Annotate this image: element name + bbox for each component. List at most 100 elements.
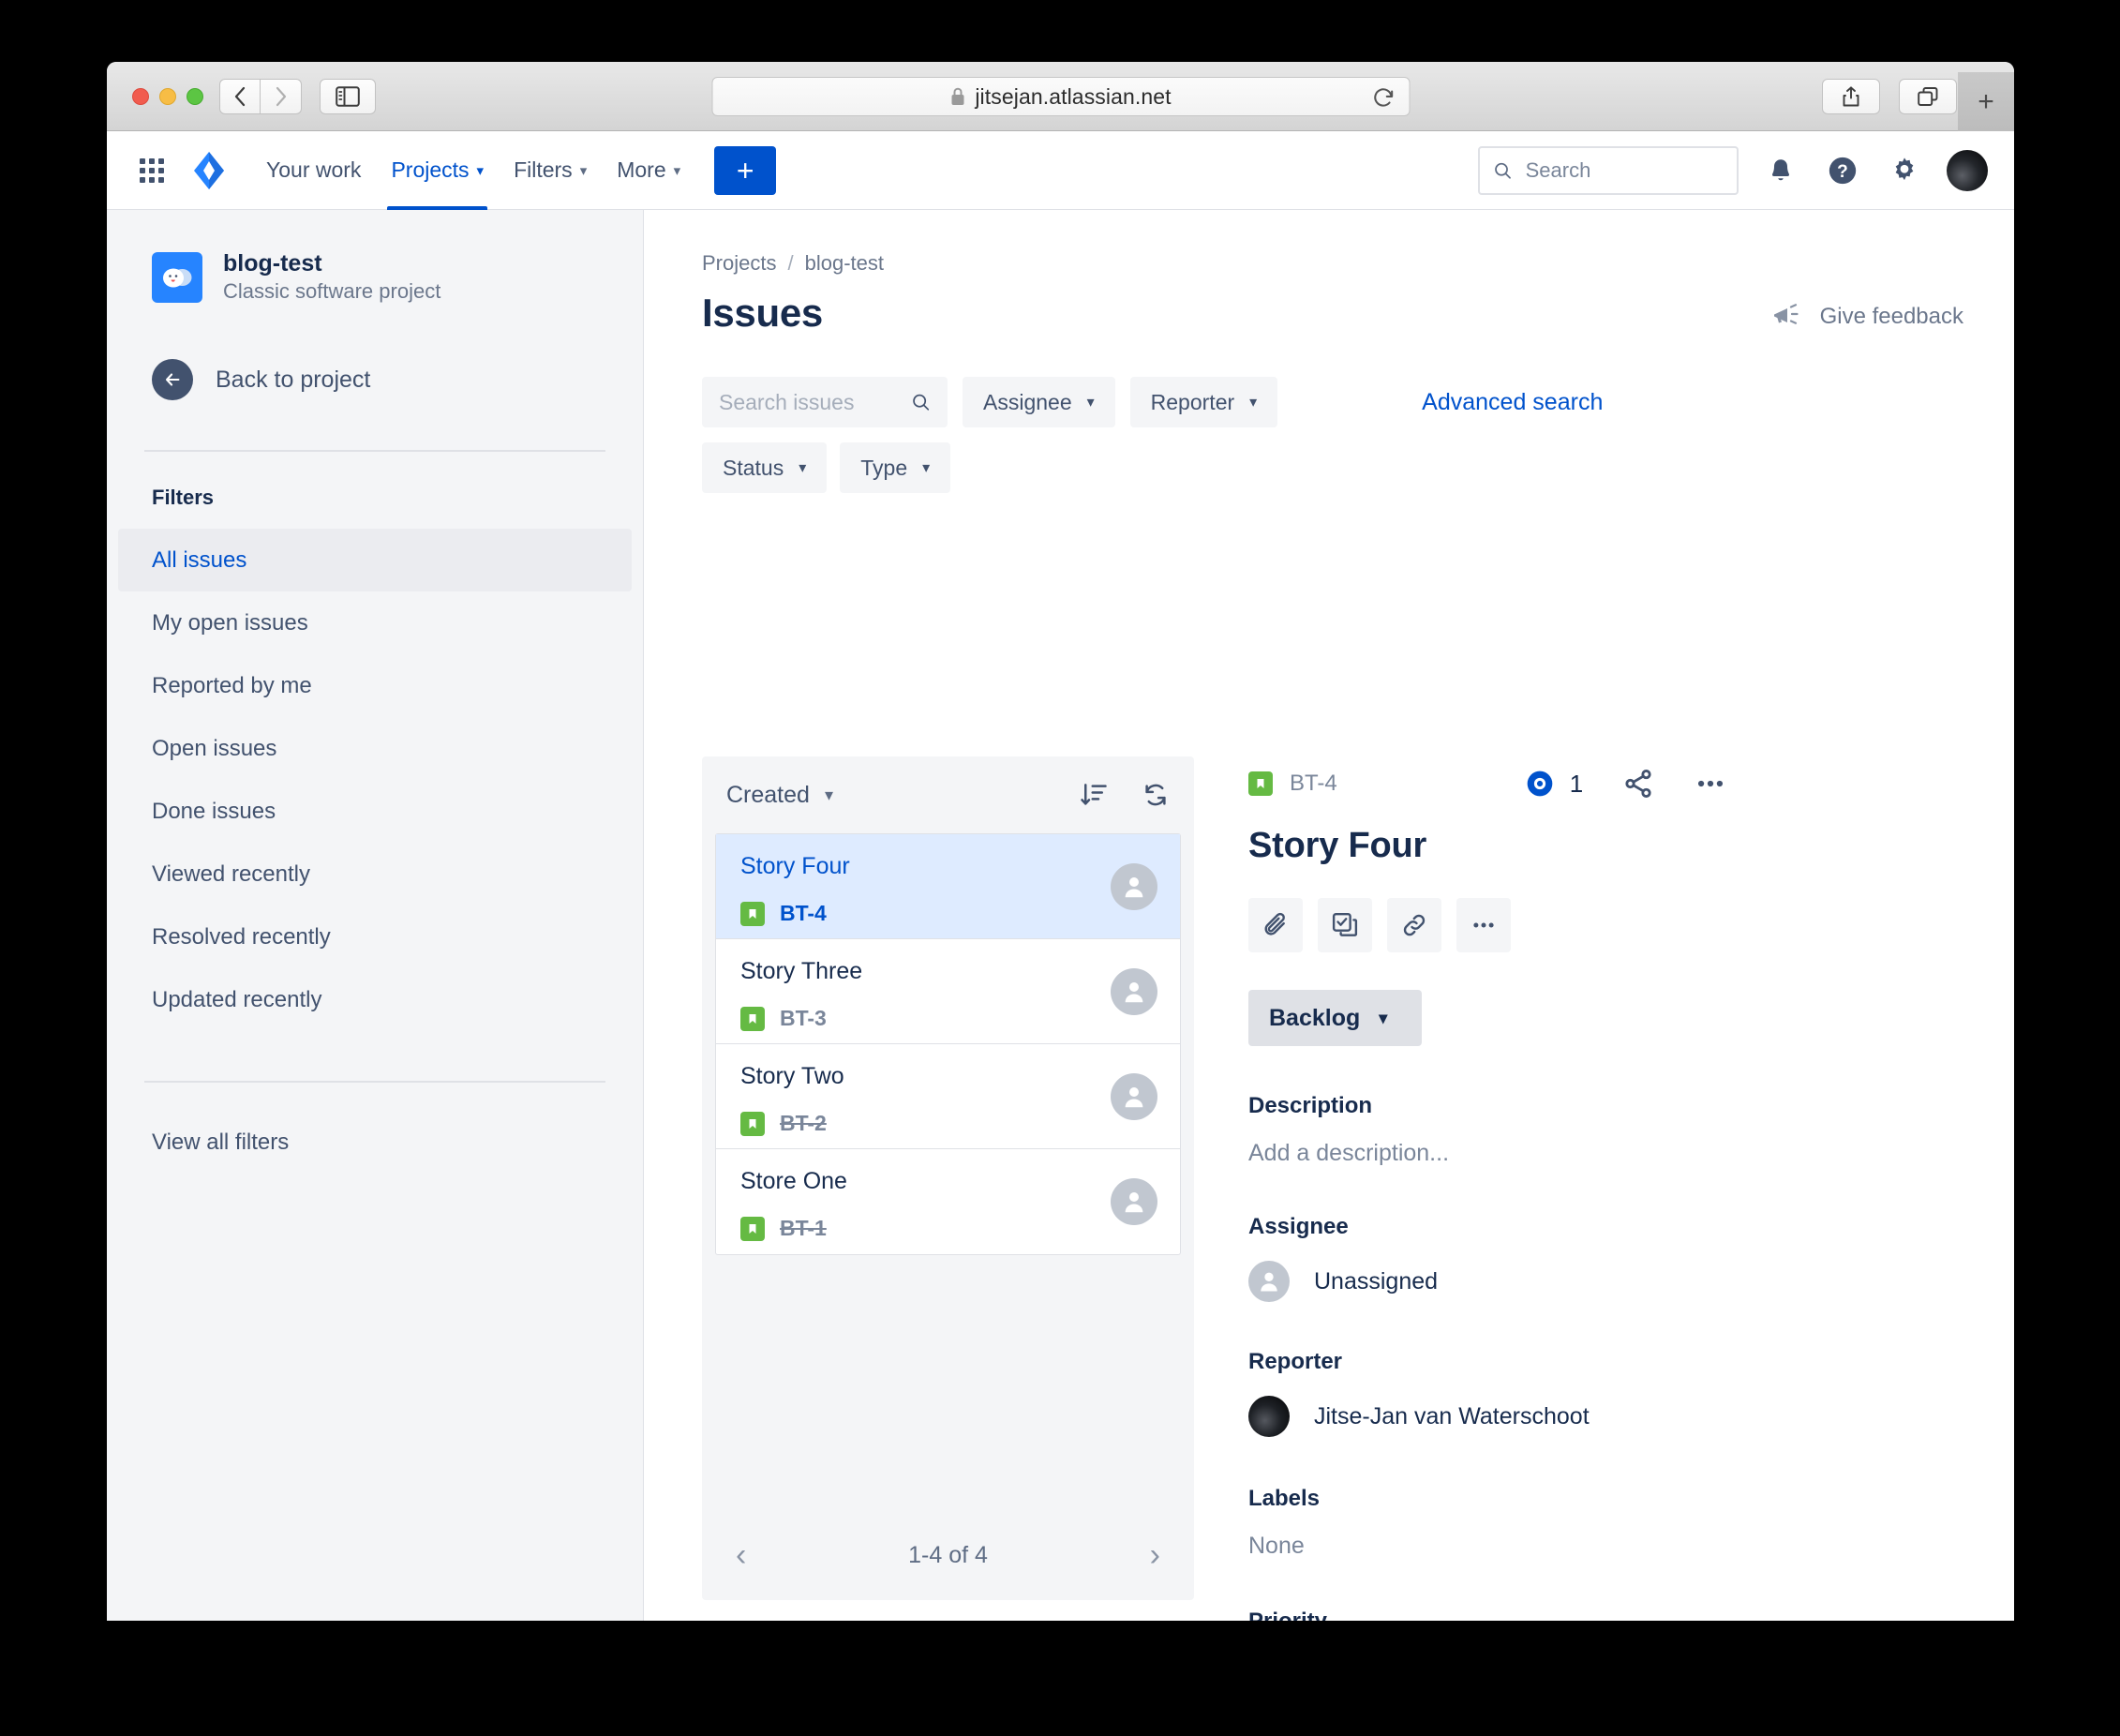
browser-show-tabs-button[interactable] bbox=[1899, 79, 1957, 114]
sidebar-item-updated-recently[interactable]: Updated recently bbox=[118, 968, 632, 1031]
create-issue-button[interactable]: + bbox=[714, 146, 776, 195]
sort-descending-icon[interactable] bbox=[1080, 781, 1108, 809]
table-row[interactable]: Story Two BT-2 bbox=[716, 1044, 1180, 1149]
issue-summary: Story Three bbox=[740, 958, 1157, 985]
issue-meta: BT-1 bbox=[740, 1216, 1157, 1241]
filter-row-secondary: Status ▾ Type ▾ bbox=[702, 442, 1963, 493]
issue-key: BT-2 bbox=[780, 1111, 827, 1136]
global-search-input[interactable] bbox=[1526, 158, 1724, 183]
issue-summary: Story Two bbox=[740, 1063, 1157, 1090]
project-sidebar: blog-test Classic software project Back … bbox=[107, 210, 644, 1621]
share-nodes-icon[interactable] bbox=[1622, 768, 1654, 800]
give-feedback-button[interactable]: Give feedback bbox=[1771, 304, 1963, 330]
chevron-down-icon: ▾ bbox=[580, 162, 588, 179]
assignee-label: Assignee bbox=[1248, 1214, 2014, 1240]
filter-reporter-dropdown[interactable]: Reporter ▾ bbox=[1130, 377, 1278, 427]
browser-back-button[interactable] bbox=[219, 79, 261, 114]
advanced-search-link[interactable]: Advanced search bbox=[1422, 389, 1603, 416]
filter-assignee-dropdown[interactable]: Assignee ▾ bbox=[963, 377, 1115, 427]
sidebar-item-label: Resolved recently bbox=[152, 924, 331, 950]
add-child-issue-button[interactable] bbox=[1318, 898, 1372, 952]
table-row[interactable]: Story Three BT-3 bbox=[716, 939, 1180, 1044]
sidebar-item-resolved-recently[interactable]: Resolved recently bbox=[118, 905, 632, 968]
nav-item-more[interactable]: More ▾ bbox=[602, 131, 695, 210]
chevron-down-icon: ▾ bbox=[1379, 1009, 1387, 1028]
chevron-down-icon: ▾ bbox=[674, 162, 681, 179]
watch-button[interactable]: 1 bbox=[1525, 769, 1583, 799]
sidebar-item-my-open-issues[interactable]: My open issues bbox=[118, 591, 632, 654]
back-to-project-button[interactable]: Back to project bbox=[107, 359, 643, 400]
sort-field-dropdown[interactable]: Created ▾ bbox=[726, 782, 833, 809]
breadcrumb-projects-link[interactable]: Projects bbox=[702, 251, 776, 276]
pagination-next-button[interactable]: › bbox=[1150, 1537, 1160, 1574]
project-header[interactable]: blog-test Classic software project bbox=[107, 249, 643, 305]
assignee-value-row[interactable]: Unassigned bbox=[1248, 1261, 2014, 1302]
sort-field-label: Created bbox=[726, 782, 810, 809]
sidebar-toggle-icon bbox=[336, 86, 360, 107]
pagination-prev-button[interactable]: ‹ bbox=[736, 1537, 746, 1574]
more-ellipsis-icon[interactable] bbox=[1694, 768, 1727, 800]
help-question-icon: ? bbox=[1827, 155, 1859, 187]
topnav-right-group: ? bbox=[1478, 146, 1988, 195]
attach-button[interactable] bbox=[1248, 898, 1303, 952]
labels-label: Labels bbox=[1248, 1486, 2014, 1512]
sidebar-item-done-issues[interactable]: Done issues bbox=[118, 780, 632, 843]
sidebar-item-viewed-recently[interactable]: Viewed recently bbox=[118, 843, 632, 905]
filter-label: Reporter bbox=[1151, 390, 1234, 415]
issue-more-button[interactable] bbox=[1456, 898, 1511, 952]
sidebar-item-label: Reported by me bbox=[152, 673, 312, 699]
sidebar-item-all-issues[interactable]: All issues bbox=[118, 529, 632, 591]
search-issues-input[interactable] bbox=[719, 390, 903, 415]
browser-new-tab-button[interactable]: + bbox=[1958, 72, 2014, 131]
status-dropdown[interactable]: Backlog ▾ bbox=[1248, 990, 1422, 1046]
sidebar-item-open-issues[interactable]: Open issues bbox=[118, 717, 632, 780]
labels-value[interactable]: None bbox=[1248, 1533, 2014, 1560]
app-switcher-button[interactable] bbox=[129, 148, 174, 193]
window-close-button[interactable] bbox=[132, 88, 149, 105]
story-bookmark-icon bbox=[740, 1217, 765, 1241]
profile-avatar[interactable] bbox=[1947, 150, 1988, 191]
pagination-range: 1-4 of 4 bbox=[908, 1542, 988, 1569]
notifications-button[interactable] bbox=[1761, 151, 1800, 190]
filter-status-dropdown[interactable]: Status ▾ bbox=[702, 442, 827, 493]
help-button[interactable]: ? bbox=[1823, 151, 1862, 190]
breadcrumb-project-link[interactable]: blog-test bbox=[805, 251, 884, 276]
browser-sidebar-toggle-button[interactable] bbox=[320, 79, 376, 114]
table-row[interactable]: Story Four BT-4 bbox=[716, 834, 1180, 939]
status-label: Backlog bbox=[1269, 1005, 1360, 1032]
filter-type-dropdown[interactable]: Type ▾ bbox=[840, 442, 950, 493]
issue-detail-toolbar bbox=[1248, 898, 2014, 952]
reload-icon[interactable] bbox=[1371, 85, 1396, 110]
reporter-value-row[interactable]: Jitse-Jan van Waterschoot bbox=[1248, 1396, 2014, 1437]
issue-items-container: Story Four BT-4 bbox=[715, 833, 1181, 1255]
window-minimize-button[interactable] bbox=[159, 88, 176, 105]
project-header-text: blog-test Classic software project bbox=[223, 249, 440, 305]
browser-url-bar[interactable]: jitsejan.atlassian.net bbox=[711, 77, 1410, 116]
issue-detail-key-group[interactable]: BT-4 bbox=[1248, 771, 1337, 797]
browser-share-button[interactable] bbox=[1822, 79, 1880, 114]
search-issues-box[interactable] bbox=[702, 377, 948, 427]
issue-summary: Story Four bbox=[740, 853, 1157, 880]
filter-label: Type bbox=[860, 456, 907, 481]
sidebar-item-label: Updated recently bbox=[152, 987, 321, 1013]
nav-item-your-work[interactable]: Your work bbox=[251, 131, 376, 210]
issue-detail-header: BT-4 1 bbox=[1248, 768, 2014, 800]
nav-item-filters[interactable]: Filters ▾ bbox=[499, 131, 602, 210]
jira-logo-button[interactable] bbox=[187, 149, 231, 192]
sidebar-divider-bottom bbox=[144, 1081, 605, 1083]
settings-button[interactable] bbox=[1885, 151, 1924, 190]
link-issue-button[interactable] bbox=[1387, 898, 1441, 952]
browser-forward-button[interactable] bbox=[261, 79, 302, 114]
settings-gear-icon bbox=[1889, 156, 1919, 186]
jira-top-navigation: Your work Projects ▾ Filters ▾ More ▾ + bbox=[107, 131, 2014, 210]
refresh-icon[interactable] bbox=[1142, 781, 1170, 809]
window-maximize-button[interactable] bbox=[187, 88, 203, 105]
table-row[interactable]: Store One BT-1 bbox=[716, 1149, 1180, 1254]
sidebar-item-reported-by-me[interactable]: Reported by me bbox=[118, 654, 632, 717]
description-placeholder[interactable]: Add a description... bbox=[1248, 1140, 2014, 1167]
story-bookmark-icon bbox=[740, 902, 765, 926]
nav-item-projects[interactable]: Projects ▾ bbox=[376, 131, 499, 210]
chevron-down-icon: ▾ bbox=[922, 458, 930, 477]
global-search-box[interactable] bbox=[1478, 146, 1739, 195]
view-all-filters-link[interactable]: View all filters bbox=[107, 1130, 643, 1156]
